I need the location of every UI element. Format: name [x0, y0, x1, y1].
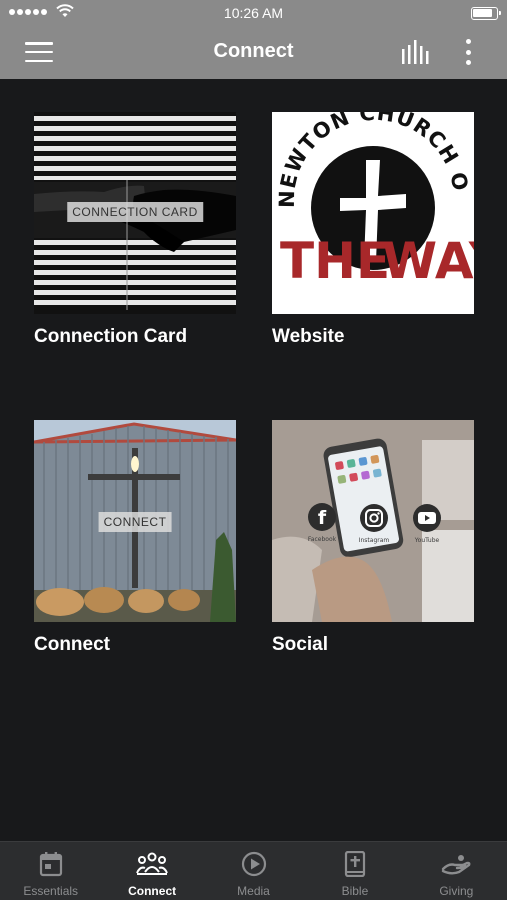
tile-social[interactable]: f Facebook Instagram YouTube Social	[272, 420, 474, 656]
more-options-button[interactable]	[462, 39, 474, 65]
church-logo-image: NEWTON CHURCH OF THE WAY	[272, 112, 474, 314]
tab-essentials[interactable]: Essentials	[0, 842, 101, 900]
nav-bar: Connect	[0, 26, 507, 79]
tab-bar: Essentials Connect Media Bible Giving	[0, 841, 507, 900]
tile-label: Website	[272, 326, 345, 347]
tile-connect[interactable]: CONNECT Connect	[34, 420, 236, 656]
tile-label: Connection Card	[34, 326, 188, 347]
connection-card-overlay: CONNECTION CARD	[67, 202, 203, 222]
tab-label: Media	[237, 884, 270, 898]
logo-the-text: THE	[280, 232, 390, 290]
tab-connect[interactable]: Connect	[101, 842, 202, 900]
tab-label: Essentials	[23, 884, 79, 898]
logo-way-text: WAY	[382, 232, 474, 290]
play-icon	[241, 851, 266, 877]
tab-label: Connect	[128, 884, 177, 898]
status-time: 10:26 AM	[223, 5, 284, 21]
connection-card-image: CONNECTION CARD	[34, 112, 236, 314]
church-building-image: CONNECT	[34, 420, 236, 622]
calendar-icon	[39, 852, 62, 877]
more-vertical-icon	[465, 39, 471, 44]
bible-icon	[344, 851, 366, 877]
tab-label: Bible	[341, 884, 369, 898]
tile-label: Social	[272, 634, 328, 655]
tile-connection-card[interactable]: CONNECTION CARD Connection Card	[34, 112, 236, 348]
people-icon	[136, 852, 169, 875]
tab-giving[interactable]: Giving	[406, 842, 507, 900]
tile-label: Connect	[34, 634, 110, 655]
tab-media[interactable]: Media	[203, 842, 304, 900]
tab-label: Giving	[439, 884, 474, 898]
tab-bible[interactable]: Bible	[304, 842, 405, 900]
social-phone-image: f Facebook Instagram YouTube	[272, 420, 474, 622]
equalizer-icon	[402, 40, 429, 64]
connect-overlay: CONNECT	[98, 512, 172, 532]
page-title: Connect	[213, 40, 294, 62]
audio-bars-button[interactable]	[400, 40, 430, 64]
battery-icon	[471, 7, 501, 20]
status-bar: 10:26 AM	[0, 0, 507, 26]
giving-hand-icon	[442, 855, 471, 875]
tile-website[interactable]: NEWTON CHURCH OF THE WAY Website	[272, 112, 474, 348]
